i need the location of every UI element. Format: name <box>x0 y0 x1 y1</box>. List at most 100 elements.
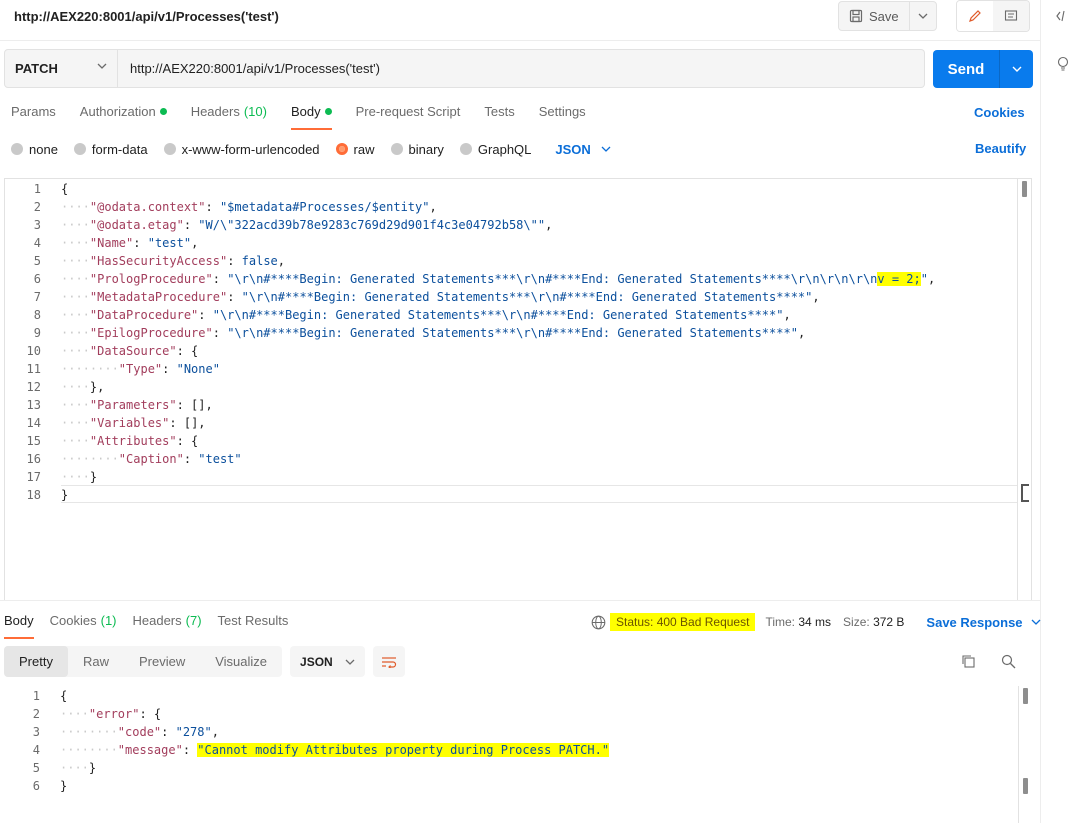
copy-icon[interactable] <box>961 654 976 672</box>
code-line: ········"code": "278", <box>60 725 219 739</box>
line-number: 13 <box>26 398 41 412</box>
response-body-viewer[interactable]: 1 2 3 4 5 6 {····"error": {········"code": "2… <box>4 686 1032 823</box>
body-type-none[interactable]: none <box>11 142 58 157</box>
code-line: ····"Variables": [], <box>61 416 206 430</box>
line-number: 2 <box>32 707 40 721</box>
request-body-editor[interactable]: 1 2 3 4 5 6 7 8 9 10 11 12 13 14 15 16 17 18 {····"@odata… <box>4 178 1032 600</box>
save-button[interactable]: Save <box>839 2 910 30</box>
line-number: 1 <box>33 182 41 196</box>
globe-icon[interactable] <box>591 615 606 630</box>
cookies-link[interactable]: Cookies <box>974 105 1025 120</box>
method-label: PATCH <box>15 61 58 76</box>
beautify-link[interactable]: Beautify <box>975 141 1026 156</box>
response-time: 34 ms <box>798 615 832 629</box>
tab-response-cookies[interactable]: Cookies (1) <box>50 613 117 639</box>
line-number: 12 <box>26 380 41 394</box>
line-number: 14 <box>26 416 41 430</box>
tab-test-results[interactable]: Test Results <box>218 613 289 639</box>
body-language-select[interactable]: JSON <box>555 142 611 157</box>
save-response-button[interactable]: Save Response <box>926 615 1022 630</box>
code-line: ····"PrologProcedure": "\r\n#****Begin: … <box>61 272 936 286</box>
code-line: ········"message": "Cannot modify Attrib… <box>60 743 610 757</box>
code-lines: { ····"error": { ········"code": "278", ···… <box>60 687 610 795</box>
text-cursor <box>1021 484 1029 502</box>
save-options-button[interactable] <box>910 2 936 30</box>
lightbulb-icon[interactable] <box>1055 56 1070 72</box>
tab-settings[interactable]: Settings <box>539 104 586 130</box>
response-view-selector: Pretty Raw Preview Visualize <box>4 646 283 677</box>
body-type-binary[interactable]: binary <box>390 142 444 157</box>
scrollbar-thumb[interactable] <box>1022 181 1027 197</box>
tab-authorization[interactable]: Authorization <box>80 104 167 130</box>
view-pretty[interactable]: Pretty <box>4 646 68 677</box>
tab-headers[interactable]: Headers (10) <box>191 104 267 130</box>
send-button[interactable]: Send <box>933 50 1000 88</box>
code-line: ····"error": { <box>60 707 162 721</box>
editor-scrollbar[interactable] <box>1017 179 1031 600</box>
tab-response-body[interactable]: Body <box>4 613 34 639</box>
time-label: Time: <box>765 615 795 629</box>
line-number: 1 <box>32 689 40 703</box>
line-number: 5 <box>33 254 41 268</box>
tab-pre-request-script[interactable]: Pre-request Script <box>356 104 461 130</box>
method-select[interactable]: PATCH <box>4 49 118 88</box>
body-type-urlencoded[interactable]: x-www-form-urlencoded <box>163 142 320 157</box>
line-numbers: 1 2 3 4 5 6 7 8 9 10 11 12 13 14 15 16 17 18 <box>5 180 55 504</box>
code-icon[interactable] <box>1055 8 1070 24</box>
comment-icon <box>1004 10 1018 21</box>
request-title: http://AEX220:8001/api/v1/Processes('tes… <box>14 9 279 24</box>
body-type-graphql[interactable]: GraphQL <box>459 142 531 157</box>
code-line: ····"Attributes": { <box>61 434 199 448</box>
line-number: 10 <box>26 344 41 358</box>
wrap-icon <box>381 656 396 668</box>
tab-body[interactable]: Body <box>290 104 332 130</box>
send-button-group: Send <box>933 50 1033 88</box>
view-visualize[interactable]: Visualize <box>200 646 282 677</box>
line-number: 16 <box>26 452 41 466</box>
chevron-down-icon <box>601 146 611 152</box>
code-line: ····} <box>60 761 97 775</box>
line-number: 2 <box>33 200 41 214</box>
code-line: ····"DataSource": { <box>61 344 199 358</box>
request-tabs: Params Authorization Headers (10) Body Pr… <box>11 104 610 130</box>
response-scrollbar[interactable] <box>1018 686 1032 823</box>
line-number: 4 <box>32 743 40 757</box>
view-preview[interactable]: Preview <box>124 646 200 677</box>
save-icon <box>849 9 863 23</box>
edit-mode-button[interactable] <box>957 1 993 31</box>
chevron-down-icon <box>918 13 928 19</box>
view-raw[interactable]: Raw <box>68 646 124 677</box>
tab-tests[interactable]: Tests <box>484 104 514 130</box>
code-line: ····} <box>61 470 98 484</box>
line-number: 11 <box>26 362 41 376</box>
chevron-down-icon[interactable] <box>1031 619 1041 625</box>
tab-params[interactable]: Params <box>11 104 56 130</box>
search-icon[interactable] <box>1001 654 1016 672</box>
tab-response-headers[interactable]: Headers (7) <box>133 613 202 639</box>
code-line: ····}, <box>61 380 105 394</box>
code-line: { <box>60 689 68 703</box>
code-line: ····"Name": "test", <box>61 236 199 250</box>
response-toolbar: Pretty Raw Preview Visualize JSON <box>4 646 405 677</box>
scrollbar-thumb[interactable] <box>1023 778 1028 794</box>
line-number: 15 <box>26 434 41 448</box>
wrap-lines-button[interactable] <box>372 646 405 677</box>
line-number: 5 <box>32 761 40 775</box>
code-line: ········"Type": "None" <box>61 362 220 376</box>
body-type-form-data[interactable]: form-data <box>73 142 148 157</box>
code-line: } <box>60 779 68 793</box>
response-format-select[interactable]: JSON <box>290 646 365 677</box>
body-type-raw[interactable]: raw <box>335 142 375 157</box>
status-dot <box>159 108 167 115</box>
line-number: 17 <box>26 470 41 484</box>
comments-mode-button[interactable] <box>993 1 1029 31</box>
line-number: 4 <box>33 236 41 250</box>
body-type-selector: none form-data x-www-form-urlencoded raw… <box>11 141 611 157</box>
line-number: 6 <box>33 272 41 286</box>
url-input[interactable]: http://AEX220:8001/api/v1/Processes('tes… <box>118 49 925 88</box>
send-options-button[interactable] <box>1000 50 1033 88</box>
scrollbar-thumb[interactable] <box>1023 688 1028 704</box>
code-line: ····"Parameters": [], <box>61 398 213 412</box>
save-button-group: Save <box>838 1 937 31</box>
code-line: ····"DataProcedure": "\r\n#****Begin: Ge… <box>61 308 791 322</box>
